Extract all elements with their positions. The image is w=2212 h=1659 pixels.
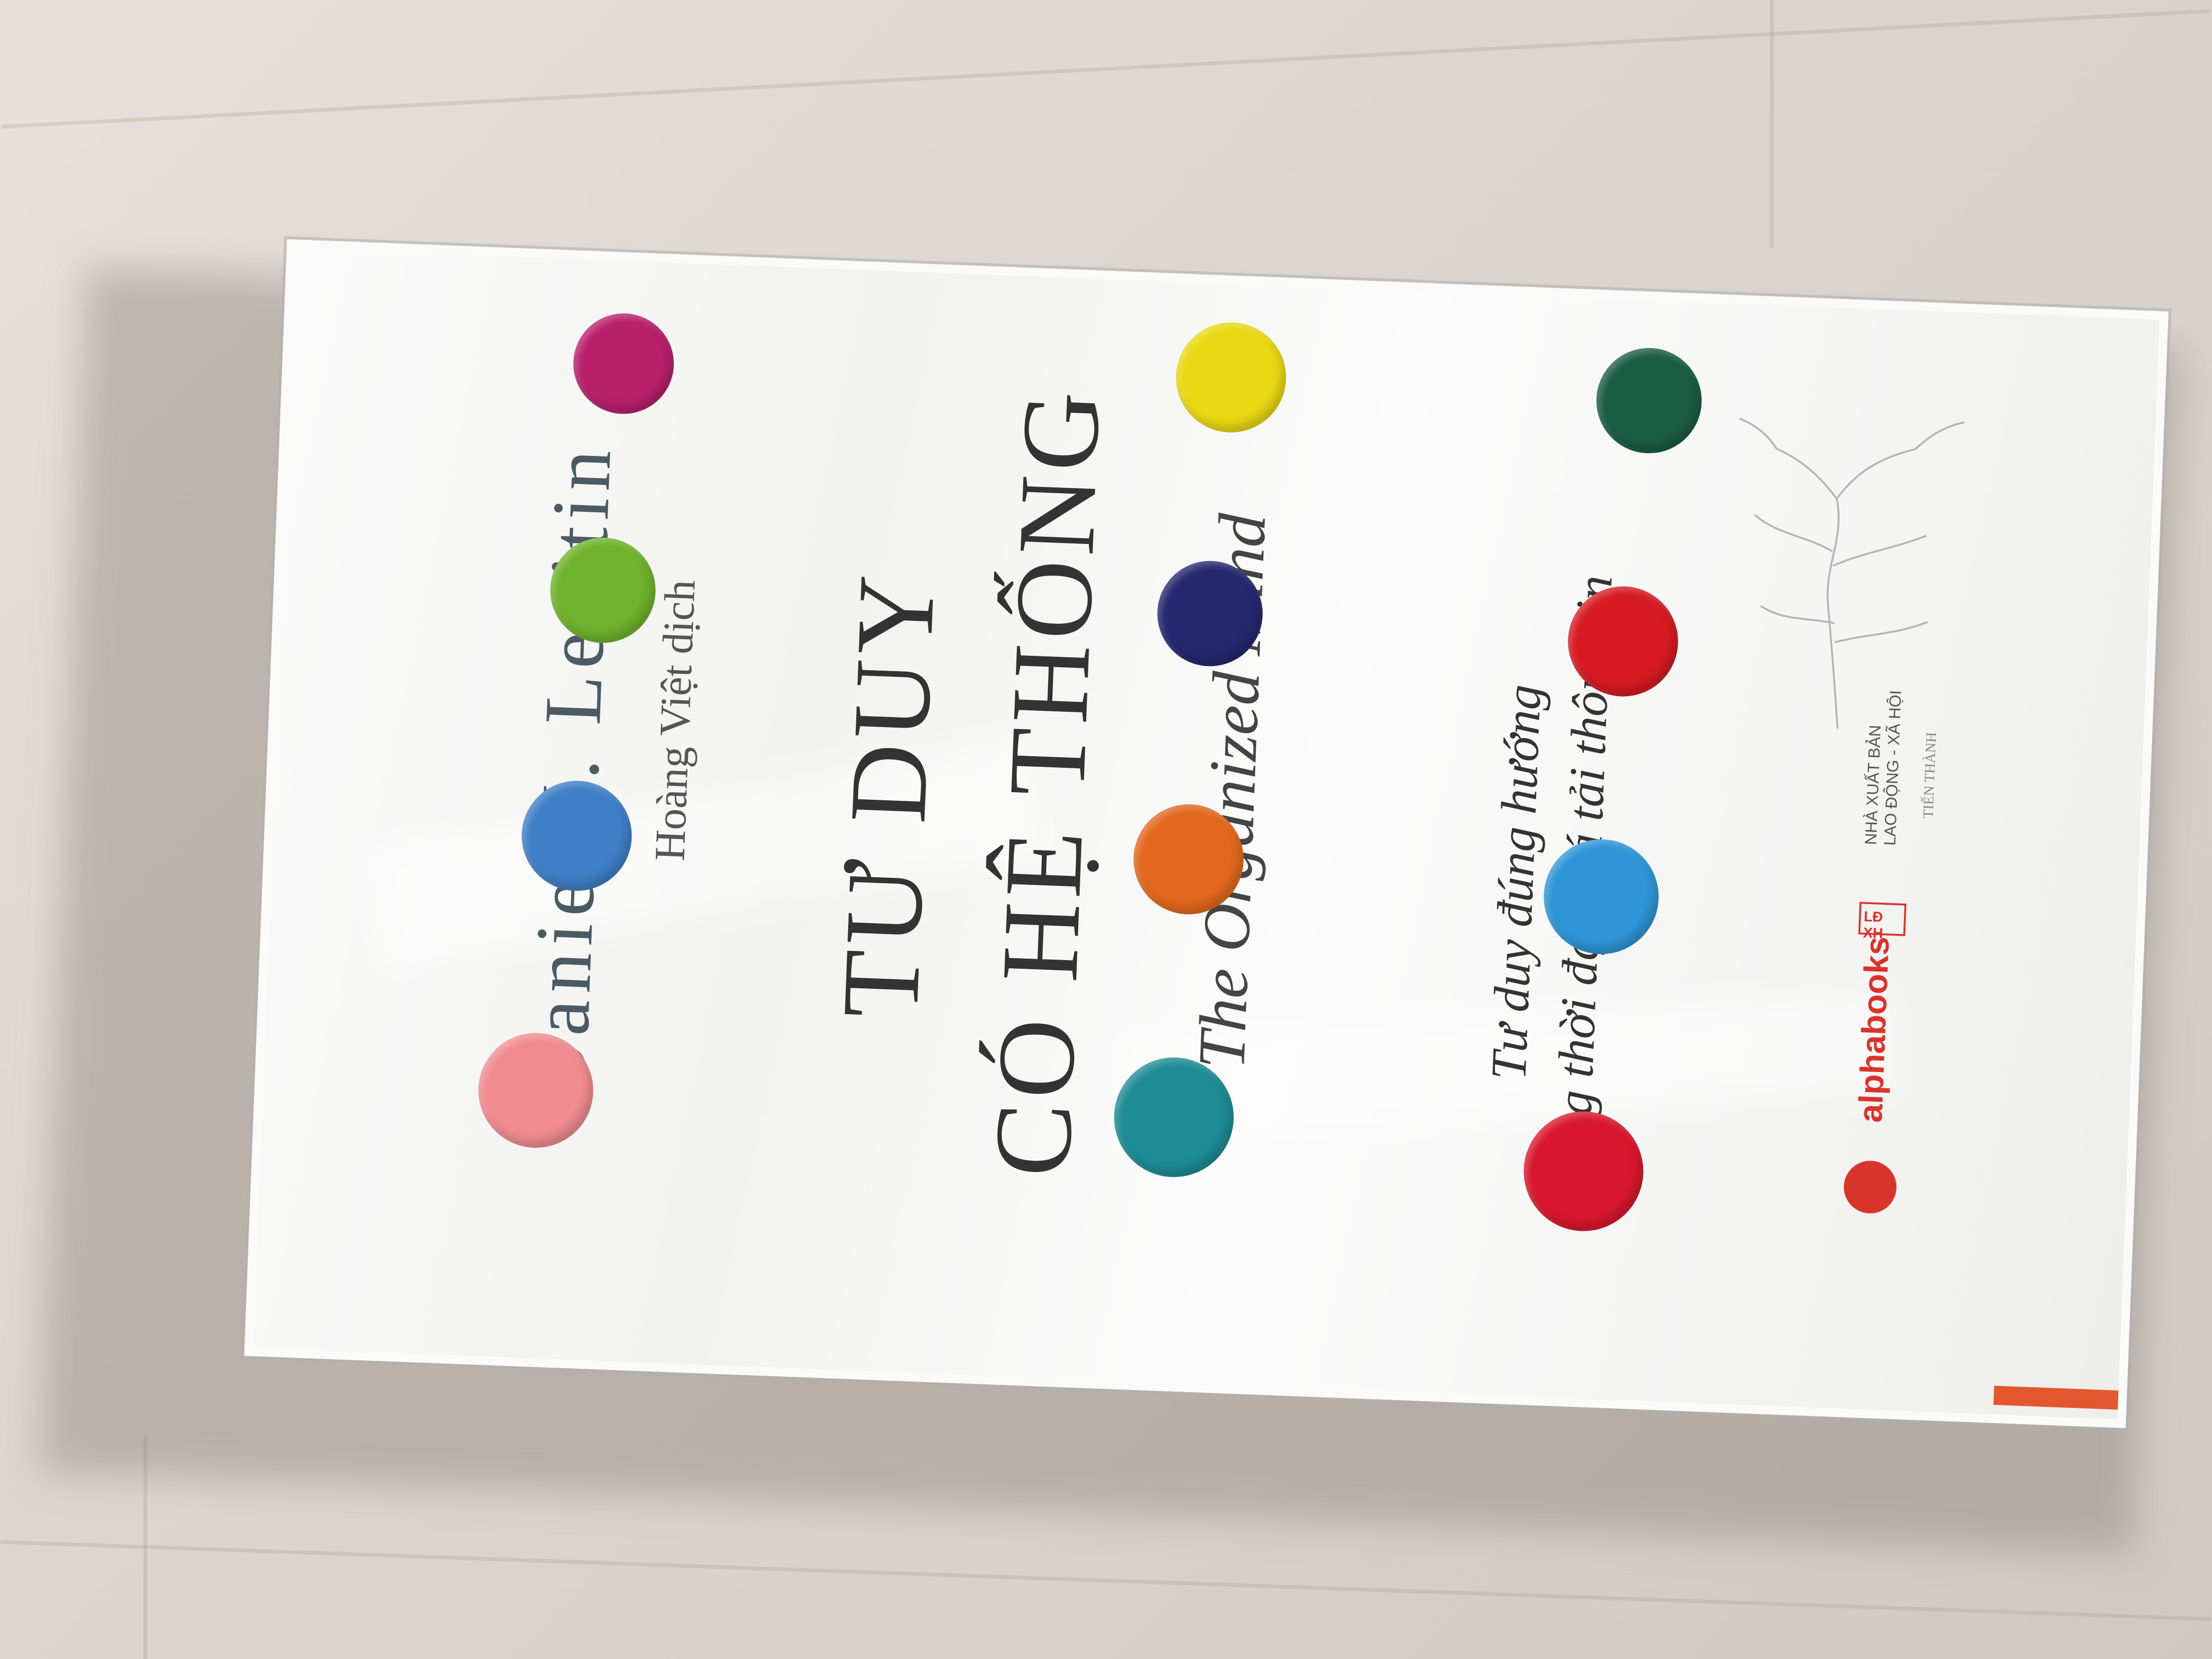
dot-magenta: [571, 311, 676, 416]
publisher-name: alphabooks: [1851, 936, 1896, 1123]
dot-red-bottom: [1521, 1109, 1646, 1234]
imprint-badge-label: LĐ XH: [1863, 908, 1884, 942]
title-line-1: TƯ DUY: [818, 568, 958, 1020]
tree-sketch-illustration: [1739, 417, 1965, 729]
title-line-2: CÓ HỆ THỐNG: [971, 384, 1123, 1179]
imprint-badge: LĐ XH: [1858, 902, 1907, 941]
book-cover: Daniel J. Levitin Hoàng Việt dịch TƯ DUY…: [253, 248, 2160, 1419]
floor-tile-seam-right: [1770, 0, 1774, 249]
floor-tile-seam-top: [1, 9, 2211, 129]
dot-darkgreen: [1594, 346, 1704, 455]
publisher-logo-icon: [1843, 1160, 1898, 1215]
book: Daniel J. Levitin Hoàng Việt dịch TƯ DUY…: [244, 239, 2169, 1428]
illustrator-signature: TIẾN THÀNH: [1920, 731, 1939, 819]
floor-tile-seam-bottom: [0, 1540, 2212, 1621]
dot-yellow: [1174, 320, 1288, 435]
